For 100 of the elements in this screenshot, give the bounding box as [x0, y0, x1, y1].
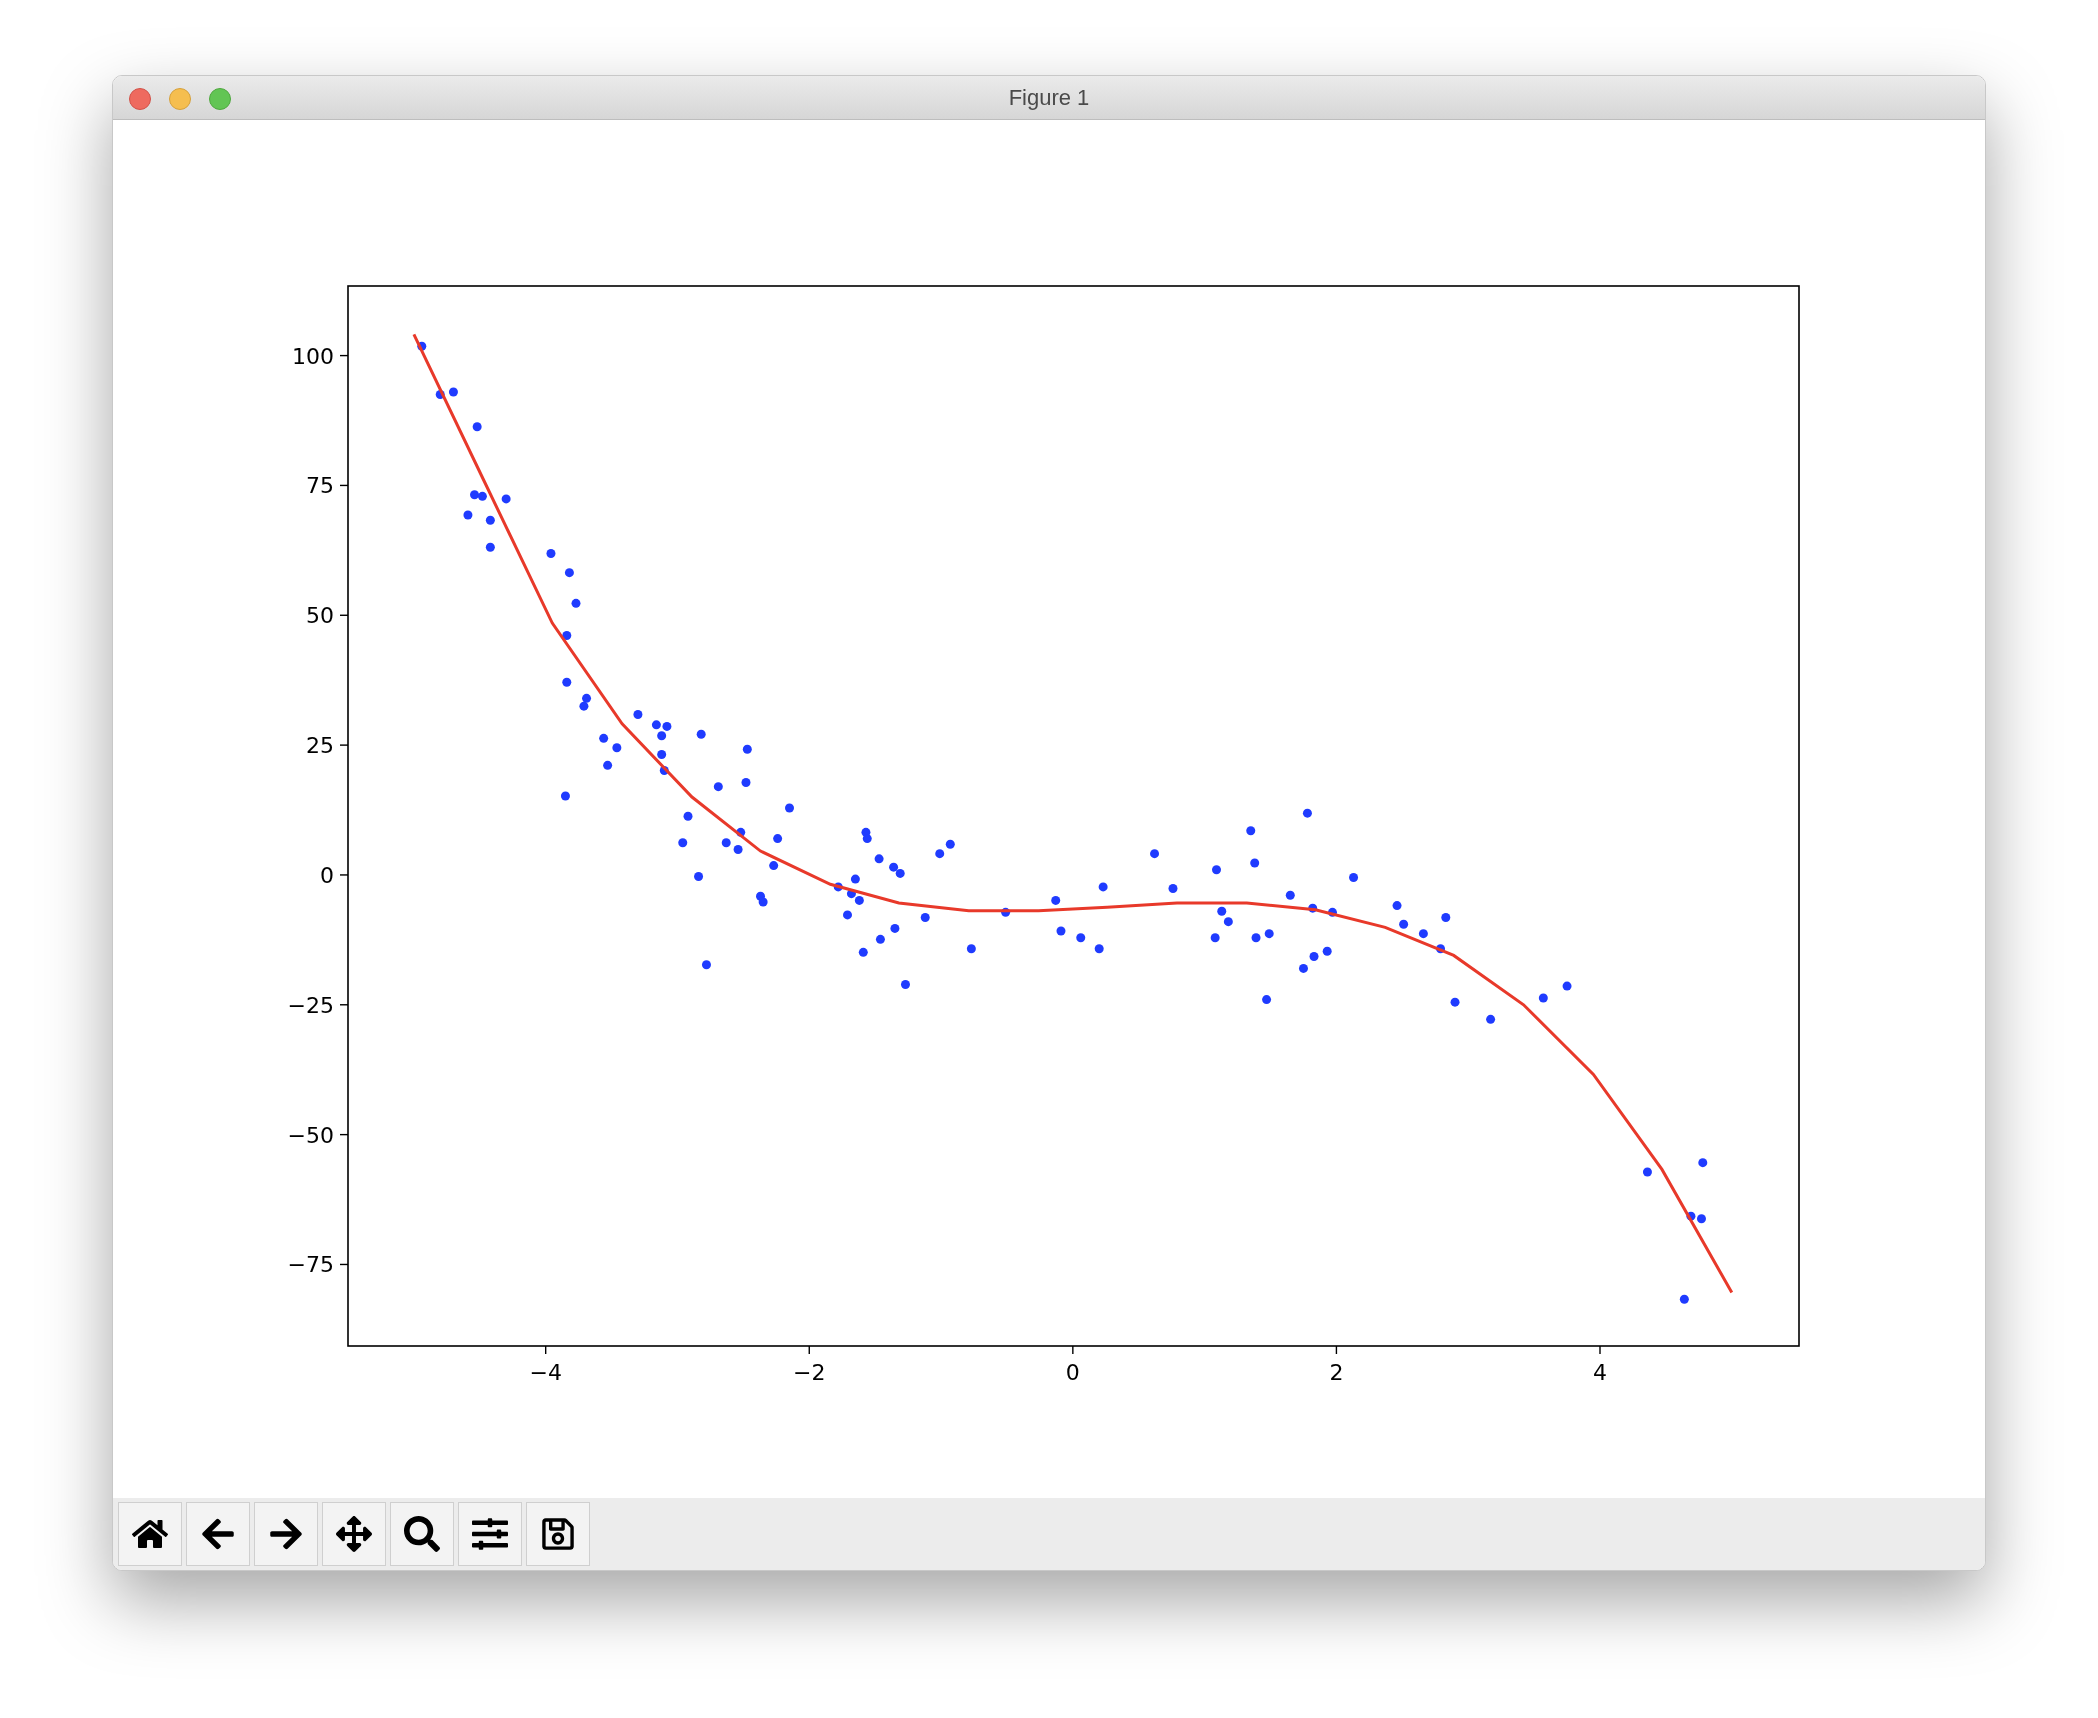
data-point — [571, 598, 581, 608]
y-tick-label: 0 — [320, 862, 334, 888]
data-point — [1285, 890, 1295, 900]
data-point — [1436, 944, 1446, 954]
data-point — [945, 839, 955, 849]
data-point — [683, 811, 693, 821]
window-title: Figure 1 — [1008, 84, 1090, 112]
data-point — [1217, 906, 1227, 916]
toolbar-button[interactable] — [526, 1502, 590, 1566]
toolbar-button[interactable] — [322, 1502, 386, 1566]
data-point — [599, 733, 609, 743]
data-point — [579, 701, 589, 711]
data-point — [713, 782, 723, 792]
zoom-icon — [404, 1516, 440, 1552]
data-point — [435, 390, 445, 400]
data-point — [701, 960, 711, 970]
data-point — [678, 838, 688, 848]
y-tick-label: −50 — [287, 1122, 334, 1148]
toolbar-button[interactable] — [186, 1502, 250, 1566]
data-point — [603, 760, 613, 770]
data-point — [889, 862, 899, 872]
data-point — [895, 868, 905, 878]
toolbar-button[interactable] — [390, 1502, 454, 1566]
data-point — [773, 834, 783, 844]
data-point — [612, 743, 622, 753]
data-point — [758, 897, 768, 907]
data-point — [477, 491, 487, 501]
back-arrow-icon — [200, 1516, 236, 1552]
data-point — [742, 744, 752, 754]
data-point — [966, 944, 976, 954]
data-point — [1264, 929, 1274, 939]
data-point — [890, 923, 900, 933]
data-point — [562, 677, 572, 687]
data-point — [1392, 901, 1402, 911]
data-point — [833, 882, 843, 892]
x-tick-label: 0 — [1065, 1360, 1080, 1385]
data-point — [485, 515, 495, 525]
data-point — [1418, 929, 1428, 939]
sliders-icon — [472, 1516, 508, 1552]
y-tick-label: −75 — [287, 1252, 334, 1278]
data-point — [1223, 917, 1233, 927]
data-point — [858, 947, 868, 957]
data-point — [1246, 826, 1256, 836]
data-point — [850, 874, 860, 884]
data-point — [659, 766, 669, 776]
data-point — [562, 631, 572, 641]
data-point — [785, 803, 794, 813]
data-point — [1076, 933, 1086, 943]
x-tick-label: 4 — [1593, 1360, 1607, 1385]
data-point — [1051, 895, 1061, 905]
data-point — [470, 490, 479, 500]
data-point — [501, 494, 511, 504]
data-point — [1322, 946, 1332, 956]
data-point — [694, 872, 704, 881]
data-point — [1212, 865, 1221, 875]
data-point — [875, 934, 885, 944]
data-point — [1450, 997, 1460, 1007]
data-point — [1441, 913, 1451, 923]
data-point — [1309, 952, 1319, 961]
toolbar-button[interactable] — [118, 1502, 182, 1566]
data-point — [1642, 1167, 1652, 1177]
data-point — [657, 749, 667, 759]
move-arrows-icon — [336, 1516, 372, 1552]
toolbar-button[interactable] — [458, 1502, 522, 1566]
data-point — [1679, 1294, 1689, 1304]
y-tick-label: 50 — [306, 603, 334, 629]
data-point — [733, 845, 743, 854]
data-point — [1538, 993, 1548, 1003]
data-point — [1308, 903, 1318, 913]
y-tick-label: 100 — [292, 343, 334, 369]
data-point — [1697, 1214, 1706, 1224]
data-point — [1562, 981, 1572, 991]
data-point — [1098, 882, 1108, 892]
forward-arrow-icon — [268, 1516, 304, 1552]
data-point — [662, 721, 672, 731]
y-tick-label: 25 — [306, 733, 334, 759]
data-point — [1094, 944, 1104, 954]
close-button[interactable] — [129, 88, 151, 110]
save-icon — [540, 1516, 576, 1552]
data-point — [1298, 963, 1308, 973]
data-point — [736, 827, 746, 837]
data-point — [1327, 907, 1337, 917]
data-point — [546, 548, 556, 558]
toolbar-button[interactable] — [254, 1502, 318, 1566]
data-point — [1399, 919, 1409, 929]
data-point — [846, 889, 856, 899]
data-point — [633, 709, 643, 719]
data-point — [900, 980, 910, 990]
data-point — [1698, 1158, 1708, 1168]
data-point — [472, 422, 482, 432]
data-point — [854, 895, 864, 905]
data-point — [560, 791, 570, 801]
data-point — [1349, 873, 1359, 883]
x-tick-label: 2 — [1329, 1360, 1344, 1385]
data-point — [874, 854, 884, 864]
data-point — [651, 720, 661, 730]
data-point — [564, 568, 574, 578]
data-point — [843, 910, 852, 920]
data-point — [1150, 849, 1160, 859]
data-point — [696, 729, 706, 739]
